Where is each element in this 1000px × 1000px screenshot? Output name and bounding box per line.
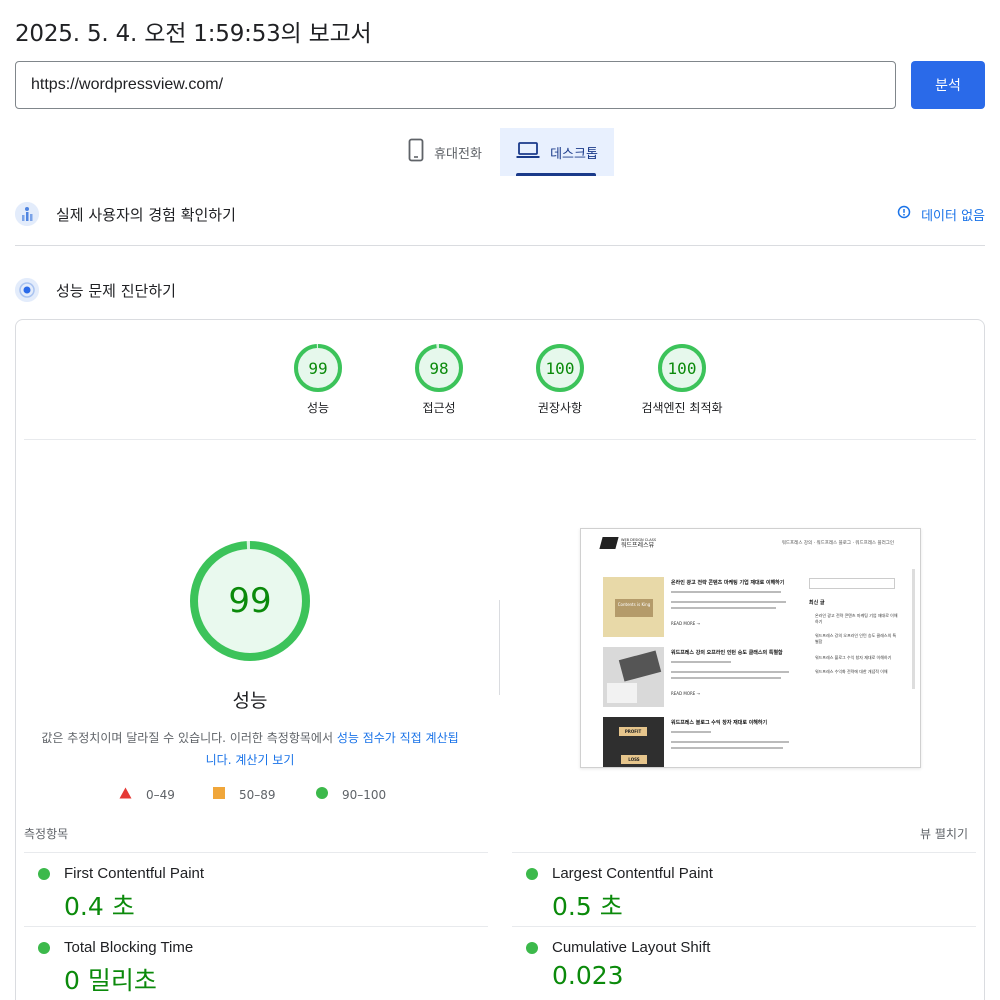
legend-fail: 0–49 <box>119 787 175 802</box>
diagnostics-icon <box>15 278 39 302</box>
metric-value: 0 밀리초 <box>64 966 157 995</box>
site-post: 워드프레스 강의 오프라인 인턴 승도 클래스의 특별함 READ MORE → <box>603 647 793 709</box>
metric-value: 0.023 <box>552 961 624 990</box>
pass-dot-icon <box>38 942 50 954</box>
post-thumbnail: PROFIT LOSS <box>603 717 664 767</box>
metrics-header: 측정항목 <box>24 827 69 841</box>
site-logo: WEB DESIGN CLASS 워드프레스뷰 <box>599 537 656 549</box>
metric-lcp: Largest Contentful Paint 0.5 초 <box>512 852 976 926</box>
metric-name: Total Blocking Time <box>64 939 194 956</box>
metric-fcp: First Contentful Paint 0.4 초 <box>24 852 488 926</box>
metric-name: Cumulative Layout Shift <box>552 939 711 956</box>
circle-icon <box>316 787 328 802</box>
score-label: 권장사항 <box>537 401 583 415</box>
tab-mobile-label: 휴대전화 <box>434 146 482 162</box>
square-icon <box>213 787 225 802</box>
site-post: PROFIT LOSS 워드프레스 블로그 수익 창자 재대로 이해하기 <box>603 717 793 767</box>
score-gauge-accessibility[interactable]: 98 접근성 <box>379 343 499 416</box>
metric-name: Largest Contentful Paint <box>552 865 713 882</box>
diagnostics-title: 성능 문제 진단하기 <box>56 281 176 300</box>
metric-cls: Cumulative Layout Shift 0.023 <box>512 926 976 1000</box>
section-divider <box>15 245 985 246</box>
metric-value: 0.5 초 <box>552 892 623 921</box>
calculator-link[interactable]: 계산기 보기 <box>235 753 294 767</box>
tab-desktop[interactable]: 데스크톱 <box>500 128 614 176</box>
metric-value: 0.4 초 <box>64 892 135 921</box>
score-label: 검색엔진 최적화 <box>641 401 723 415</box>
score-value: 100 <box>668 359 697 378</box>
post-thumbnail <box>603 647 664 707</box>
no-data-link[interactable]: 데이터 없음 <box>897 205 985 224</box>
performance-score-value: 99 <box>228 581 271 621</box>
score-value: 98 <box>429 359 448 378</box>
final-screenshot[interactable]: WEB DESIGN CLASS 워드프레스뷰 워드프레스 강의 · 워드프레스 … <box>580 528 921 768</box>
pass-dot-icon <box>526 942 538 954</box>
score-ring: 100 <box>658 344 706 392</box>
score-ring: 98 <box>415 344 463 392</box>
score-ring: 99 <box>294 344 342 392</box>
preview-scrollbar <box>912 569 915 689</box>
diagnostics-section: 성능 문제 진단하기 <box>15 278 985 302</box>
score-value: 99 <box>308 359 327 378</box>
score-label: 성능 <box>306 401 330 415</box>
score-calculation-link[interactable]: 성능 점수가 직접 계산됩 <box>337 731 459 745</box>
info-icon <box>897 205 911 223</box>
metric-tbt: Total Blocking Time 0 밀리초 <box>24 926 488 1000</box>
score-label: 접근성 <box>422 401 456 415</box>
report-title: 2025. 5. 4. 오전 1:59:53의 보고서 <box>15 21 372 47</box>
score-gauge-best-practices[interactable]: 100 권장사항 <box>500 343 620 416</box>
vertical-separator <box>499 600 500 695</box>
site-search <box>809 578 895 589</box>
no-data-label: 데이터 없음 <box>921 208 985 224</box>
tab-desktop-label: 데스크톱 <box>550 146 598 162</box>
triangle-icon <box>119 787 132 802</box>
score-value: 100 <box>546 359 575 378</box>
score-gauge-performance[interactable]: 99 성능 <box>258 343 378 416</box>
tab-mobile[interactable]: 휴대전화 <box>390 128 500 176</box>
url-input[interactable] <box>15 61 896 109</box>
performance-description: 값은 추정치이며 달라질 수 있습니다. 이러한 측정항목에서 성능 점수가 직… <box>41 731 459 767</box>
score-gauge-seo[interactable]: 100 검색엔진 최적화 <box>622 343 742 416</box>
site-nav: 워드프레스 강의 · 워드프레스 블로그 · 워드프레스 플러그인 <box>781 541 894 546</box>
pass-dot-icon <box>526 868 538 880</box>
field-data-section: 실제 사용자의 경험 확인하기 데이터 없음 <box>15 202 985 226</box>
metric-name: First Contentful Paint <box>64 865 205 882</box>
laptop-icon <box>516 141 540 163</box>
post-thumbnail: Contents is King <box>603 577 664 637</box>
performance-gauge-large: 99 <box>189 540 311 666</box>
field-data-title: 실제 사용자의 경험 확인하기 <box>56 205 236 224</box>
site-post: Contents is King 온라인 광고 전략 콘텐츠 마케팅 기업 재대… <box>603 577 793 639</box>
expand-view-button[interactable]: 뷰 펼치기 <box>920 825 968 842</box>
legend-pass: 90–100 <box>316 787 386 802</box>
card-divider <box>24 439 976 440</box>
active-tab-indicator <box>516 173 596 176</box>
analyze-button[interactable]: 분석 <box>911 61 985 109</box>
phone-icon <box>408 138 424 166</box>
score-ring: 100 <box>536 344 584 392</box>
legend-average: 50–89 <box>213 787 276 802</box>
score-calculation-link-cont[interactable]: 니다. <box>206 753 232 767</box>
users-chart-icon <box>15 202 39 226</box>
pass-dot-icon <box>38 868 50 880</box>
performance-label: 성능 <box>232 690 268 712</box>
